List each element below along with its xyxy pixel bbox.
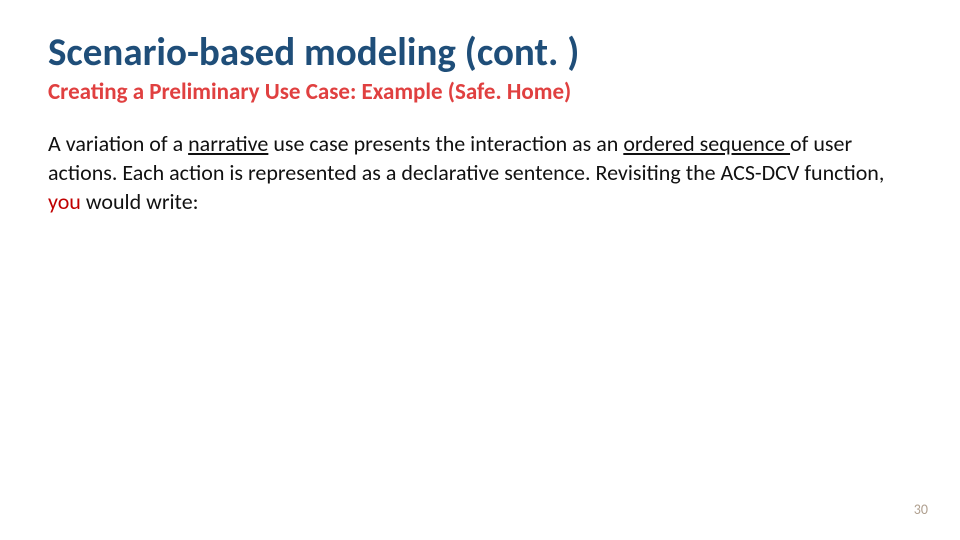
body-text: A variation of a (48, 130, 188, 157)
underline-narrative: narrative (188, 130, 268, 157)
slide-body: A variation of a narrative use case pres… (48, 130, 912, 216)
page-number: 30 (914, 501, 928, 518)
slide-title: Scenario-based modeling (cont. ) (48, 32, 912, 75)
underline-ordered-sequence: ordered sequence (623, 130, 790, 157)
body-text: use case presents the interaction as an (268, 130, 623, 157)
slide-subtitle: Creating a Preliminary Use Case: Example… (48, 79, 912, 107)
slide: Scenario-based modeling (cont. ) Creatin… (0, 0, 960, 540)
highlight-you: you (48, 188, 81, 215)
body-text: would write: (81, 188, 199, 215)
